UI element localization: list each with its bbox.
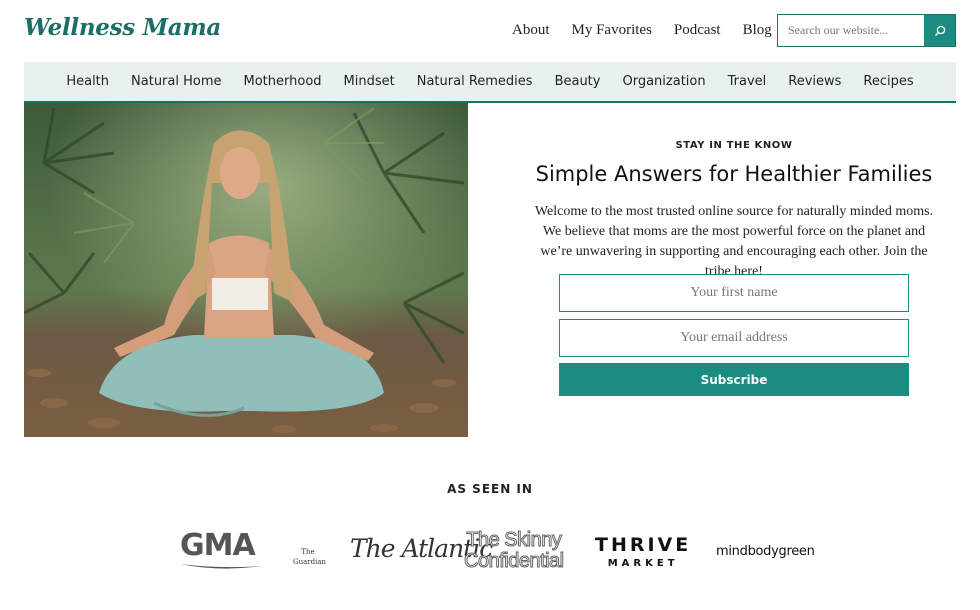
guardian-logo-text: The Guardian bbox=[293, 548, 327, 566]
hero-image bbox=[24, 103, 468, 437]
signup-eyebrow: STAY IN THE KNOW bbox=[675, 140, 793, 151]
category-health[interactable]: Health bbox=[66, 74, 109, 89]
search-button[interactable] bbox=[924, 15, 955, 46]
category-recipes[interactable]: Recipes bbox=[863, 74, 913, 89]
category-mindset[interactable]: Mindset bbox=[344, 74, 395, 89]
mbg-logo-text: mindbodygreen bbox=[716, 544, 815, 559]
category-organization[interactable]: Organization bbox=[622, 74, 705, 89]
gma-swoosh bbox=[180, 564, 262, 569]
site-header: Wellness Mama About My Favorites Podcast… bbox=[0, 0, 980, 62]
category-travel[interactable]: Travel bbox=[728, 74, 767, 89]
gma-logo: GMA bbox=[180, 528, 262, 569]
search-icon bbox=[934, 25, 945, 36]
guardian-logo: The Guardian bbox=[293, 546, 327, 566]
nav-link-podcast[interactable]: Podcast bbox=[674, 22, 721, 39]
subscribe-button[interactable]: Subscribe bbox=[559, 363, 909, 396]
search-box bbox=[777, 14, 956, 47]
category-natural-remedies[interactable]: Natural Remedies bbox=[417, 74, 533, 89]
first-name-field[interactable] bbox=[560, 275, 908, 311]
signup-description: Welcome to the most trusted online sourc… bbox=[534, 204, 934, 279]
mindbodygreen-logo: mindbodygreen bbox=[716, 542, 815, 560]
site-logo[interactable]: Wellness Mama bbox=[24, 14, 221, 41]
skinny-logo-line2: Confidential bbox=[464, 550, 565, 572]
search-input[interactable] bbox=[778, 15, 924, 46]
email-field[interactable] bbox=[560, 320, 908, 356]
thrive-logo-line2: MARKET bbox=[607, 558, 679, 569]
as-seen-in-title: AS SEEN IN bbox=[447, 482, 533, 496]
first-name-field-wrapper bbox=[559, 274, 909, 312]
newsletter-signup: STAY IN THE KNOW Simple Answers for Heal… bbox=[500, 103, 968, 437]
press-logos: GMA The Guardian The Atlantic The Skinny… bbox=[0, 520, 980, 580]
email-field-wrapper bbox=[559, 319, 909, 357]
gma-logo-text: GMA bbox=[180, 528, 256, 563]
thrive-logo-line1: THRIVE bbox=[595, 534, 692, 556]
category-natural-home[interactable]: Natural Home bbox=[131, 74, 221, 89]
category-reviews[interactable]: Reviews bbox=[788, 74, 841, 89]
signup-headline: Simple Answers for Healthier Families bbox=[535, 162, 933, 186]
skinny-logo-line1: The Skinny bbox=[466, 529, 563, 551]
thrive-market-logo: THRIVE MARKET bbox=[595, 534, 691, 569]
category-beauty[interactable]: Beauty bbox=[555, 74, 601, 89]
nav-link-my-favorites[interactable]: My Favorites bbox=[572, 22, 652, 39]
nav-link-about[interactable]: About bbox=[512, 22, 550, 39]
top-nav: About My Favorites Podcast Blog bbox=[490, 22, 772, 39]
skinny-confidential-logo: The Skinny Confidential bbox=[464, 529, 565, 572]
category-nav: Health Natural Home Motherhood Mindset N… bbox=[24, 62, 956, 103]
category-motherhood[interactable]: Motherhood bbox=[244, 74, 322, 89]
nav-link-blog[interactable]: Blog bbox=[743, 22, 772, 39]
